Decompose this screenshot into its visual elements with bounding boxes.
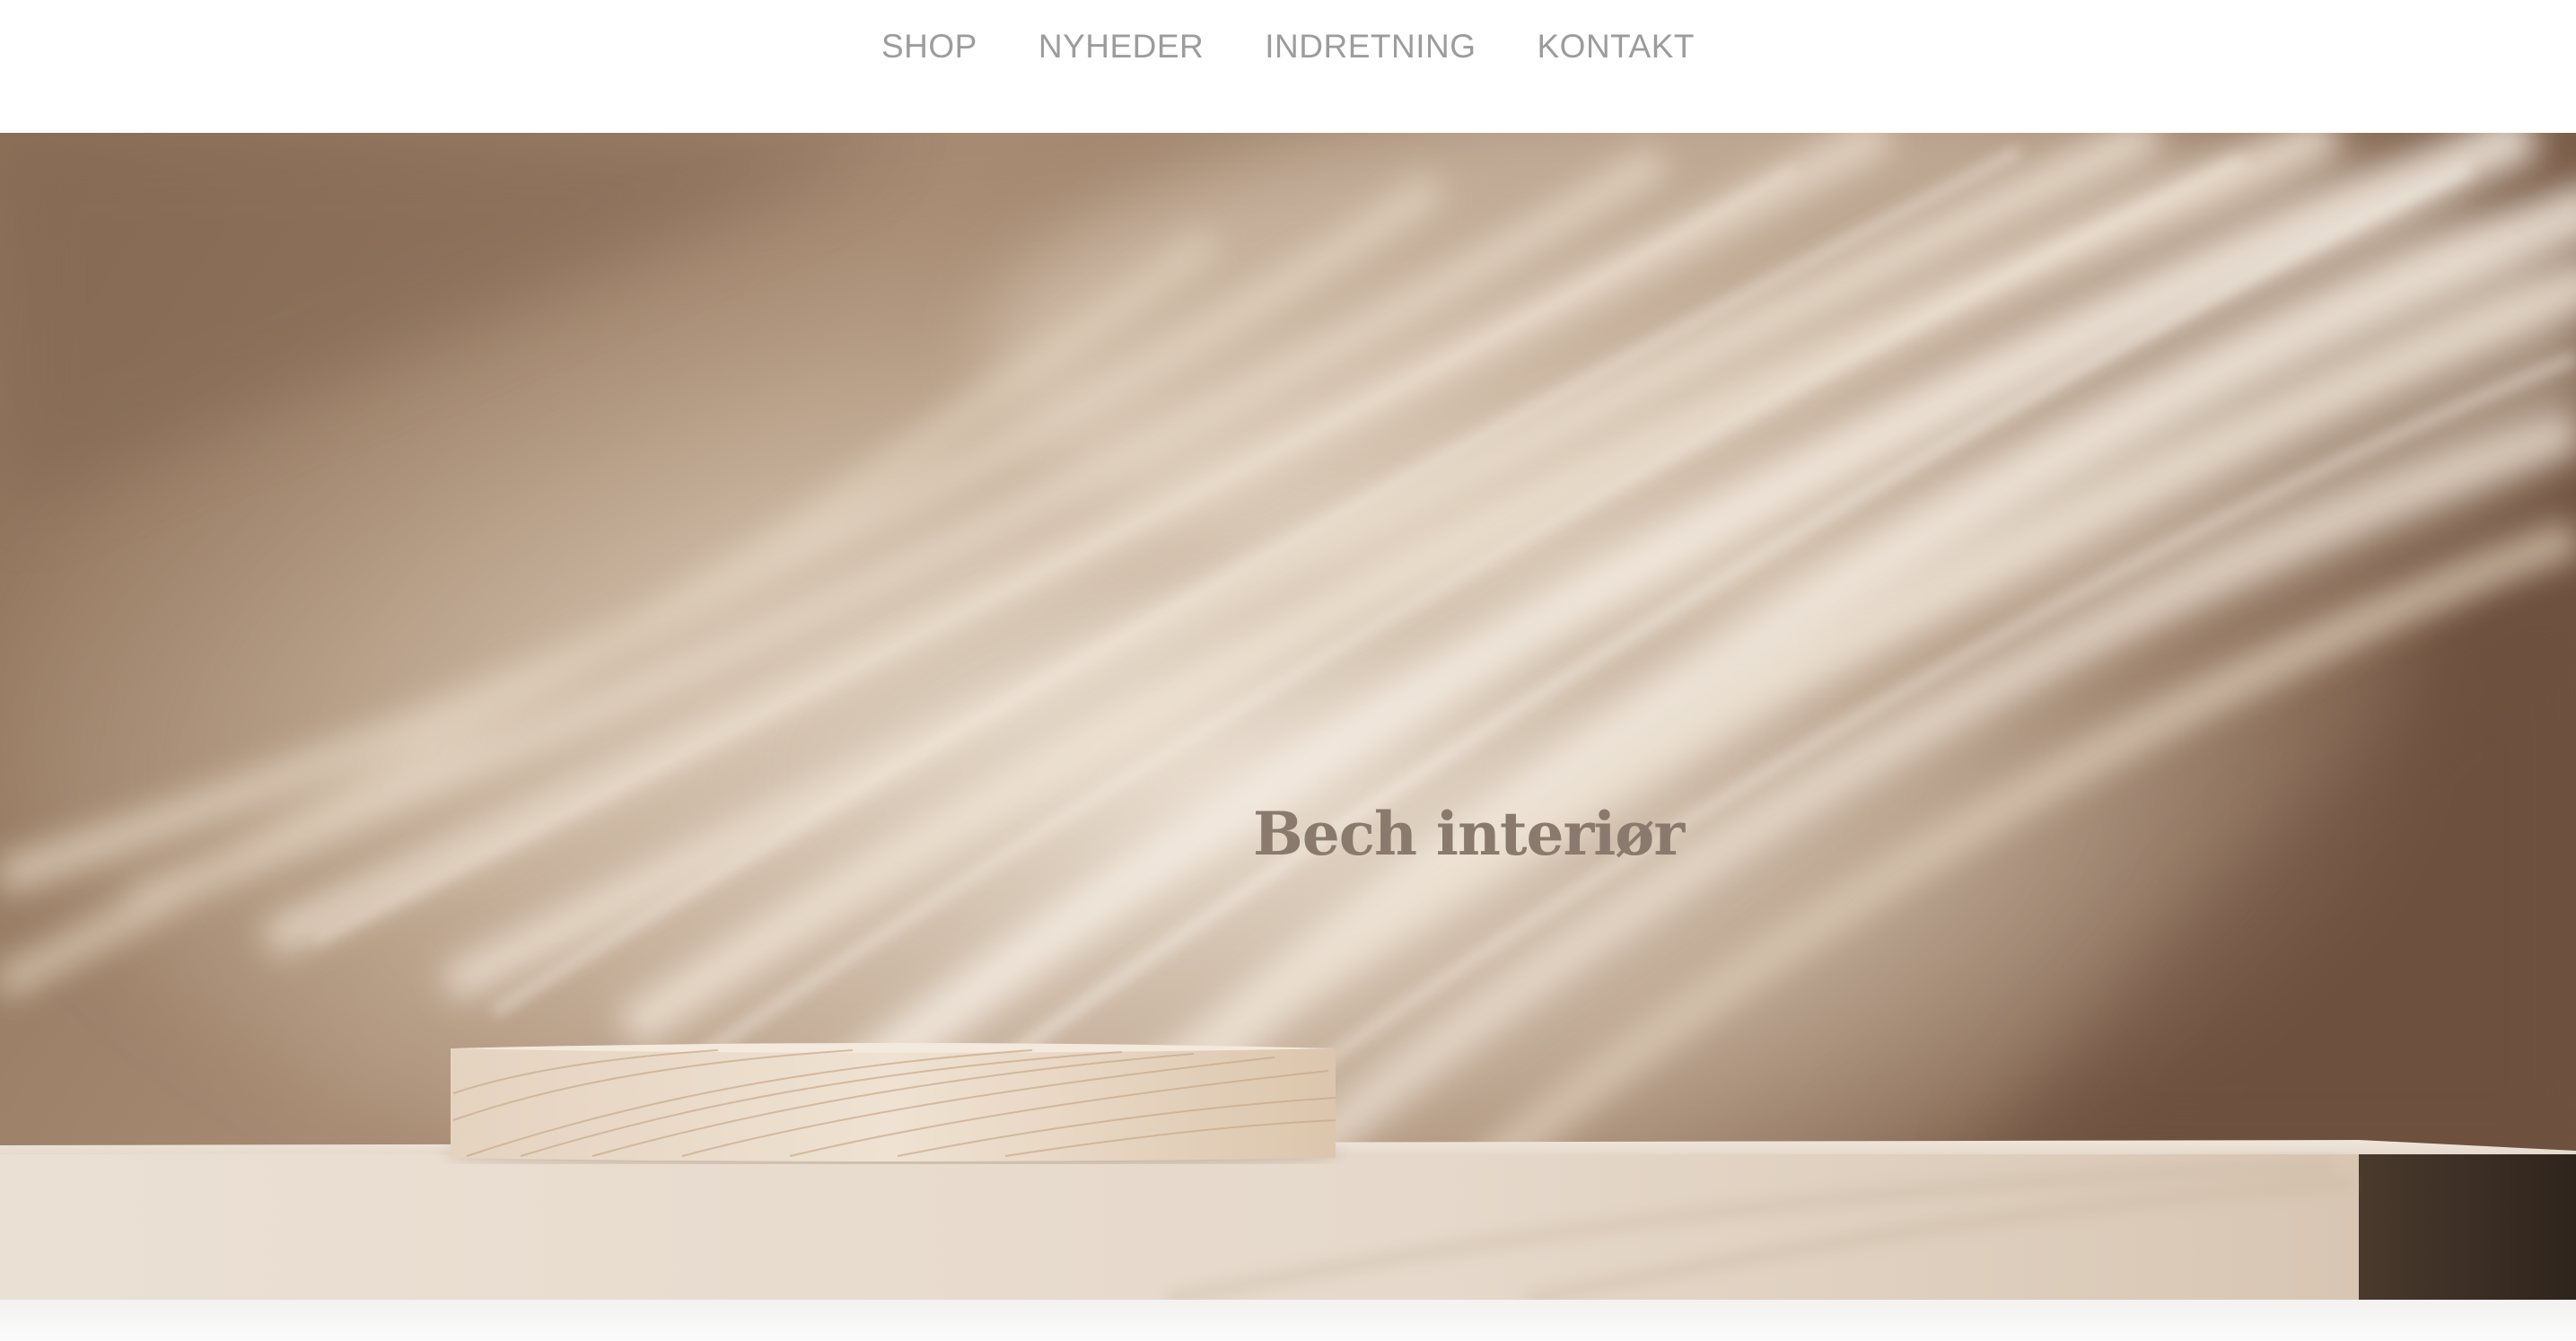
hero-banner: Bech interiør bbox=[0, 133, 2576, 1300]
nav-link-shop[interactable]: SHOP bbox=[881, 28, 977, 65]
hero-title: Bech interiør bbox=[1253, 799, 1685, 869]
nav-item-kontakt: KONTAKT bbox=[1538, 28, 1695, 66]
nav-item-nyheder: NYHEDER bbox=[1038, 28, 1204, 66]
nav-item-shop: SHOP bbox=[881, 28, 977, 66]
hero-background-image bbox=[0, 133, 2576, 1300]
top-navigation: SHOP NYHEDER INDRETNING KONTAKT bbox=[0, 0, 2576, 133]
nav-menu: SHOP NYHEDER INDRETNING KONTAKT bbox=[881, 28, 1695, 66]
page-bottom-strip bbox=[0, 1300, 2576, 1341]
nav-link-indretning[interactable]: INDRETNING bbox=[1265, 28, 1476, 65]
nav-link-nyheder[interactable]: NYHEDER bbox=[1038, 28, 1204, 65]
nav-link-kontakt[interactable]: KONTAKT bbox=[1538, 28, 1695, 65]
nav-item-indretning: INDRETNING bbox=[1265, 28, 1476, 66]
